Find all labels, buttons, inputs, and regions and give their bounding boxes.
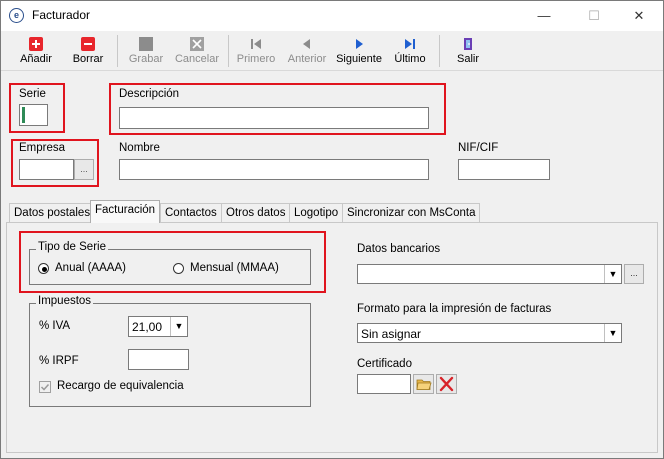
tipo-serie-title: Tipo de Serie	[36, 241, 108, 253]
toolbar-separator	[228, 35, 229, 67]
cancel-icon	[190, 37, 204, 51]
text-cursor	[22, 107, 25, 123]
checkmark-icon	[40, 383, 50, 391]
first-label: Primero	[236, 53, 276, 65]
iva-label: % IVA	[39, 320, 71, 332]
maximize-button[interactable]: ☐	[571, 1, 617, 30]
certificado-label: Certificado	[357, 358, 412, 370]
serie-label: Serie	[19, 88, 46, 100]
chevron-down-icon[interactable]: ▼	[604, 265, 621, 283]
folder-open-icon	[416, 379, 432, 390]
impuestos-title: Impuestos	[36, 295, 94, 307]
tab-sincronizar-msconta[interactable]: Sincronizar con MsConta	[342, 203, 481, 222]
delete-button[interactable]: Borrar	[66, 33, 110, 69]
formato-select[interactable]: Sin asignar ▼	[357, 323, 622, 343]
first-button[interactable]: Primero	[233, 33, 279, 69]
datos-bancarios-select[interactable]: ▼	[357, 264, 622, 284]
close-button[interactable]: ✕	[616, 1, 662, 30]
toolbar-separator	[439, 35, 440, 67]
formato-label: Formato para la impresión de facturas	[357, 303, 552, 315]
delete-x-icon	[439, 376, 454, 392]
toolbar-separator	[117, 35, 118, 67]
iva-select[interactable]: 21,00 ▼	[128, 316, 188, 337]
next-label: Siguiente	[336, 53, 382, 65]
datos-bancarios-lookup-button[interactable]: ...	[624, 264, 644, 284]
recargo-checkbox[interactable]	[39, 381, 51, 393]
minimize-button[interactable]: —	[521, 1, 567, 30]
delete-icon	[81, 37, 95, 51]
tab-logotipo[interactable]: Logotipo	[289, 203, 344, 222]
save-button[interactable]: Grabar	[123, 33, 169, 69]
empresa-input[interactable]	[19, 159, 74, 180]
recargo-label: Recargo de equivalencia	[57, 380, 184, 392]
nif-label: NIF/CIF	[458, 142, 499, 154]
nombre-input[interactable]	[119, 159, 429, 180]
serie-input[interactable]	[19, 104, 48, 126]
previous-label: Anterior	[287, 53, 327, 65]
add-icon	[29, 37, 43, 51]
anual-radio[interactable]	[38, 263, 49, 274]
nif-input[interactable]	[458, 159, 550, 180]
formato-value: Sin asignar	[361, 327, 422, 341]
last-label: Último	[394, 53, 426, 65]
certificado-clear-button[interactable]	[436, 374, 457, 394]
descripcion-label: Descripción	[119, 88, 180, 100]
last-record-icon	[403, 37, 417, 51]
irpf-label: % IRPF	[39, 355, 79, 367]
mensual-radio[interactable]	[173, 263, 184, 274]
tab-facturacion[interactable]: Facturación	[90, 200, 161, 223]
nombre-label: Nombre	[119, 142, 160, 154]
cancel-label: Cancelar	[174, 53, 220, 65]
window-title: Facturador	[32, 8, 91, 22]
last-button[interactable]: Último	[388, 33, 432, 69]
tab-otros-datos[interactable]: Otros datos	[221, 203, 291, 222]
empresa-label: Empresa	[19, 142, 66, 154]
previous-record-icon	[300, 37, 314, 51]
save-icon	[139, 37, 153, 51]
first-record-icon	[249, 37, 263, 51]
exit-label: Salir	[456, 53, 479, 65]
add-button[interactable]: Añadir	[14, 33, 58, 69]
cancel-button[interactable]: Cancelar	[172, 33, 222, 69]
save-label: Grabar	[128, 53, 164, 65]
delete-label: Borrar	[72, 53, 104, 65]
add-label: Añadir	[20, 53, 52, 65]
irpf-input[interactable]	[128, 349, 189, 370]
exit-door-icon	[461, 37, 475, 51]
app-logo-icon: e	[9, 8, 24, 23]
descripcion-input[interactable]	[119, 107, 429, 129]
iva-value: 21,00	[132, 320, 163, 334]
next-record-icon	[352, 37, 366, 51]
tab-contactos[interactable]: Contactos	[160, 203, 222, 222]
certificado-input[interactable]	[357, 374, 411, 394]
exit-button[interactable]: Salir	[446, 33, 490, 69]
anual-label: Anual (AAAA)	[55, 262, 126, 274]
next-button[interactable]: Siguiente	[334, 33, 384, 69]
chevron-down-icon[interactable]: ▼	[604, 324, 621, 342]
mensual-label: Mensual (MMAA)	[190, 262, 279, 274]
previous-button[interactable]: Anterior	[283, 33, 331, 69]
datos-bancarios-label: Datos bancarios	[357, 243, 441, 255]
chevron-down-icon[interactable]: ▼	[170, 317, 187, 336]
tab-datos-postales[interactable]: Datos postales	[9, 203, 96, 222]
certificado-browse-button[interactable]	[413, 374, 434, 394]
empresa-lookup-button[interactable]: ...	[74, 159, 94, 180]
